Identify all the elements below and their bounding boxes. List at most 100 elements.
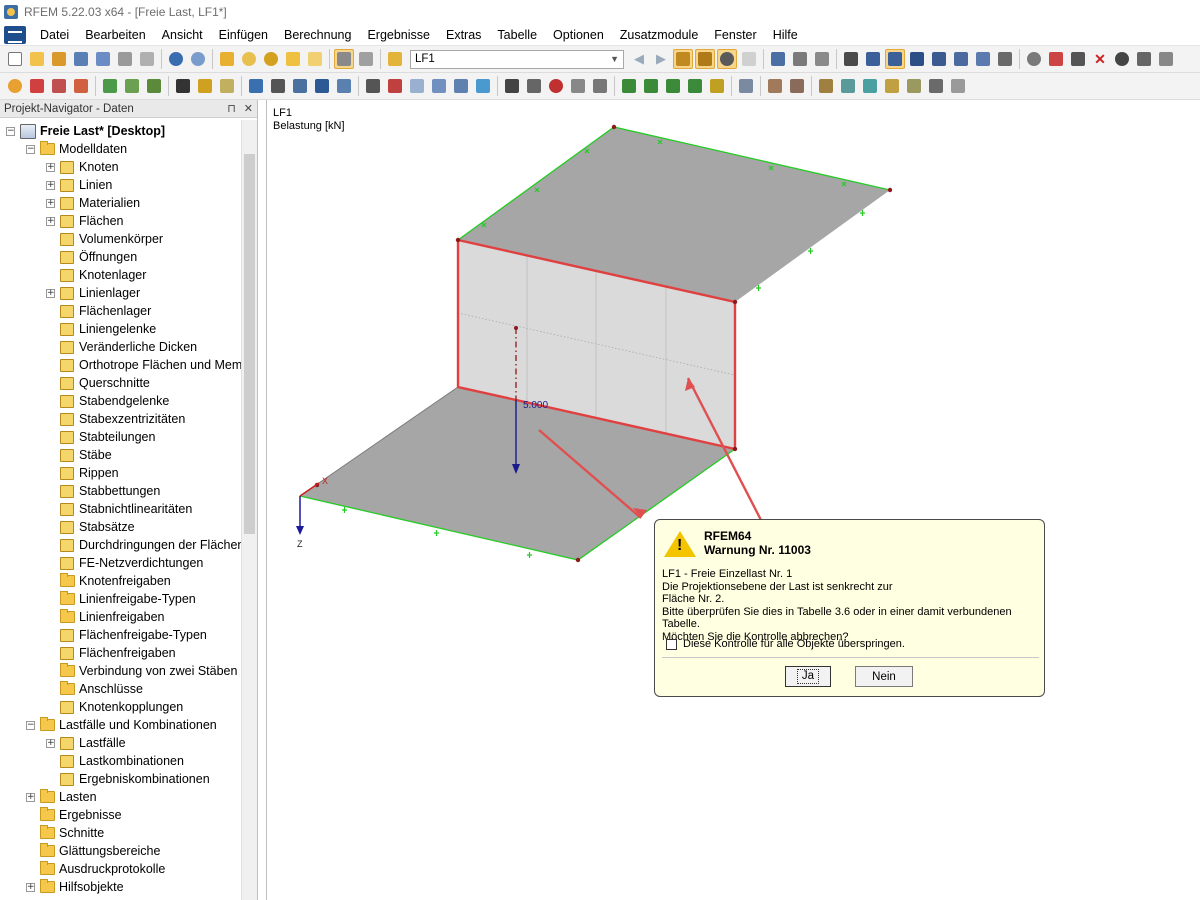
support-icon[interactable] bbox=[173, 76, 193, 96]
tree-item[interactable]: Stabexzentrizitäten bbox=[46, 410, 185, 428]
open-folder-icon[interactable] bbox=[27, 49, 47, 69]
measure-icon[interactable] bbox=[816, 76, 836, 96]
new-polyline-icon[interactable] bbox=[49, 76, 69, 96]
tree-item[interactable]: +Materialien bbox=[46, 194, 140, 212]
comment-icon[interactable] bbox=[787, 76, 807, 96]
view-z-icon[interactable] bbox=[663, 76, 683, 96]
expand-icon[interactable]: + bbox=[46, 739, 55, 748]
menu-zusatzmodule[interactable]: Zusatzmodule bbox=[612, 24, 707, 46]
view-minus-x-icon[interactable] bbox=[685, 76, 705, 96]
menu-einfuegen[interactable]: Einfügen bbox=[211, 24, 276, 46]
tree-item[interactable]: Querschnitte bbox=[46, 374, 150, 392]
zoom-window-icon[interactable] bbox=[524, 76, 544, 96]
copy-icon[interactable] bbox=[1156, 49, 1176, 69]
new-line-icon[interactable] bbox=[27, 76, 47, 96]
menu-hilfe[interactable]: Hilfe bbox=[765, 24, 806, 46]
save-icon[interactable] bbox=[93, 49, 113, 69]
workplane-icon[interactable] bbox=[929, 49, 949, 69]
new-node-icon[interactable] bbox=[5, 76, 25, 96]
clipping-plane-icon[interactable] bbox=[904, 76, 924, 96]
collapse-icon[interactable]: − bbox=[26, 145, 35, 154]
load-wizard-icon[interactable] bbox=[385, 76, 405, 96]
solid-icon[interactable] bbox=[290, 76, 310, 96]
result-values-icon[interactable] bbox=[739, 49, 759, 69]
wind-load-icon[interactable] bbox=[429, 76, 449, 96]
menu-datei[interactable]: Datei bbox=[32, 24, 77, 46]
menu-tabelle[interactable]: Tabelle bbox=[489, 24, 545, 46]
checkbox-box[interactable] bbox=[666, 639, 677, 650]
no-button[interactable]: Nein bbox=[855, 666, 913, 687]
section-icon[interactable] bbox=[882, 76, 902, 96]
window-icon[interactable] bbox=[948, 76, 968, 96]
tree-item[interactable]: +Linienlager bbox=[46, 284, 140, 302]
tree-item[interactable]: Flächenlager bbox=[46, 302, 151, 320]
tree-item[interactable]: Schnitte bbox=[26, 824, 104, 842]
tree-item[interactable]: −Lastfälle und Kombinationen bbox=[26, 716, 217, 734]
tree-item[interactable]: Knotenkopplungen bbox=[46, 698, 183, 716]
collapse-icon[interactable]: − bbox=[26, 721, 35, 730]
tree-item[interactable]: +Linien bbox=[46, 176, 112, 194]
scrollbar-thumb[interactable] bbox=[244, 154, 255, 534]
load-icon[interactable] bbox=[246, 76, 266, 96]
visibility-icon[interactable] bbox=[838, 76, 858, 96]
expand-icon[interactable]: + bbox=[46, 289, 55, 298]
tree-item[interactable]: Stäbe bbox=[46, 446, 112, 464]
opening-icon[interactable] bbox=[334, 76, 354, 96]
target-icon[interactable] bbox=[261, 49, 281, 69]
menu-extras[interactable]: Extras bbox=[438, 24, 489, 46]
view-x-icon[interactable] bbox=[619, 76, 639, 96]
tree-item[interactable]: Stabsätze bbox=[46, 518, 135, 536]
edit-node-icon[interactable] bbox=[283, 49, 303, 69]
tree-item[interactable]: Öffnungen bbox=[46, 248, 137, 266]
dimension-icon[interactable] bbox=[973, 49, 993, 69]
mirror-icon[interactable] bbox=[1068, 49, 1088, 69]
tree-item[interactable]: +Flächen bbox=[46, 212, 123, 230]
surface-icon[interactable] bbox=[144, 76, 164, 96]
tree-item[interactable]: Knotenfreigaben bbox=[46, 572, 171, 590]
undo-icon[interactable] bbox=[166, 49, 186, 69]
tree-item[interactable]: Glättungsbereiche bbox=[26, 842, 160, 860]
collapse-icon[interactable]: − bbox=[6, 127, 15, 136]
menu-bearbeiten[interactable]: Bearbeiten bbox=[77, 24, 153, 46]
tree-item[interactable]: +Lasten bbox=[26, 788, 97, 806]
edit-pencil-icon[interactable] bbox=[217, 49, 237, 69]
navigator-scrollbar[interactable] bbox=[241, 120, 257, 900]
grid-icon[interactable] bbox=[863, 49, 883, 69]
menu-optionen[interactable]: Optionen bbox=[545, 24, 612, 46]
tree-item[interactable]: +Lastfälle bbox=[46, 734, 126, 752]
menu-berechnung[interactable]: Berechnung bbox=[276, 24, 359, 46]
model-drawing[interactable]: X Z bbox=[267, 100, 1200, 900]
snap-grid-icon[interactable] bbox=[885, 49, 905, 69]
tree-item[interactable]: Stabnichtlinearitäten bbox=[46, 500, 192, 518]
open-model-icon[interactable] bbox=[49, 49, 69, 69]
object-snap-icon[interactable] bbox=[907, 49, 927, 69]
menu-ergebnisse[interactable]: Ergebnisse bbox=[359, 24, 438, 46]
tree-item[interactable]: Veränderliche Dicken bbox=[46, 338, 197, 356]
tree-item[interactable]: Linienfreigaben bbox=[46, 608, 165, 626]
load-values-icon[interactable] bbox=[695, 49, 715, 69]
tree-item[interactable]: Lastkombinationen bbox=[46, 752, 184, 770]
snow-load-icon[interactable] bbox=[407, 76, 427, 96]
iso-view-icon[interactable] bbox=[568, 76, 588, 96]
member-icon[interactable] bbox=[100, 76, 120, 96]
color-cube-icon[interactable] bbox=[860, 76, 880, 96]
view-3d-icon[interactable] bbox=[590, 76, 610, 96]
pointer-icon[interactable] bbox=[995, 49, 1015, 69]
print-preview-icon[interactable] bbox=[137, 49, 157, 69]
move-icon[interactable] bbox=[1134, 49, 1154, 69]
pin-icon[interactable]: ⊓ bbox=[227, 102, 236, 115]
expand-icon[interactable]: + bbox=[46, 163, 55, 172]
tree-item[interactable]: Orthotrope Flächen und Mem bbox=[46, 356, 242, 374]
expand-icon[interactable]: + bbox=[46, 181, 55, 190]
cross-icon[interactable]: ✕ bbox=[1090, 49, 1110, 69]
expand-icon[interactable]: + bbox=[46, 199, 55, 208]
tree-item[interactable]: Durchdringungen der Flächen bbox=[46, 536, 242, 554]
tree-item[interactable]: Flächenfreigaben bbox=[46, 644, 176, 662]
zoom-out-icon[interactable] bbox=[546, 76, 566, 96]
hinge-icon[interactable] bbox=[195, 76, 215, 96]
tree-item[interactable]: +Knoten bbox=[46, 158, 119, 176]
menu-fenster[interactable]: Fenster bbox=[706, 24, 764, 46]
show-loads-icon[interactable] bbox=[673, 49, 693, 69]
results-eye-icon[interactable] bbox=[717, 49, 737, 69]
redo-icon[interactable] bbox=[188, 49, 208, 69]
